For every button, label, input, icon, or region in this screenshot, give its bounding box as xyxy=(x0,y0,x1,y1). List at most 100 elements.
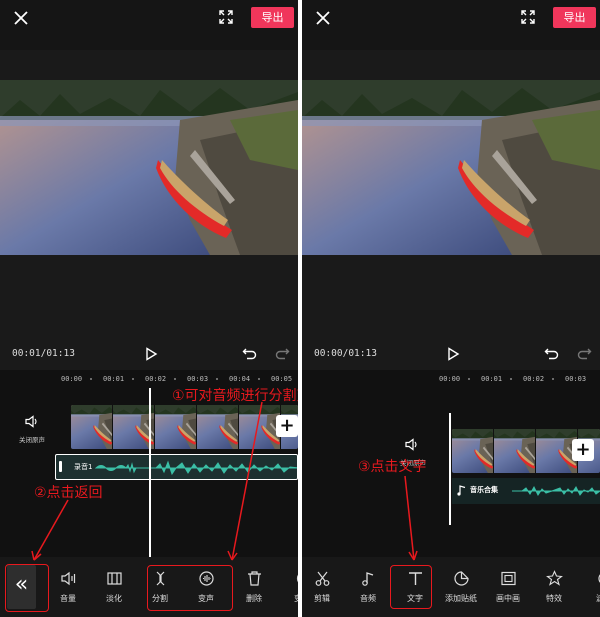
ruler-tick: 00:01 xyxy=(481,375,503,383)
undo-icon[interactable] xyxy=(544,347,559,361)
fullscreen-icon[interactable] xyxy=(218,9,234,25)
timecode: 00:01/01:13 xyxy=(12,348,75,359)
speaker-icon[interactable] xyxy=(405,438,419,451)
ruler-tick: 00:05 xyxy=(271,375,293,383)
tool-label: 淡化 xyxy=(106,594,122,603)
ruler-tick: 00:03 xyxy=(187,375,209,383)
clip-thumbnail xyxy=(113,405,154,449)
speaker-icon[interactable] xyxy=(25,415,39,428)
tool-label: 音量 xyxy=(60,594,76,603)
playhead[interactable] xyxy=(449,413,451,525)
ruler-dot xyxy=(174,378,176,380)
ruler-dot xyxy=(552,378,554,380)
tool-label: 画中画 xyxy=(496,594,520,603)
export-button[interactable]: 导出 xyxy=(553,7,596,28)
clip-thumbnail xyxy=(155,405,196,449)
tool-effects[interactable]: 特效 xyxy=(534,570,574,604)
tool-text[interactable]: 文字 xyxy=(395,570,435,604)
tool-label: 文字 xyxy=(407,594,423,603)
close-icon[interactable] xyxy=(314,9,332,27)
redo-icon[interactable] xyxy=(577,347,592,361)
ruler-dot xyxy=(468,378,470,380)
ruler-dot xyxy=(132,378,134,380)
fullscreen-icon[interactable] xyxy=(520,9,536,25)
effects-icon xyxy=(545,570,563,586)
export-button[interactable]: 导出 xyxy=(251,7,294,28)
timecode: 00:00/01:13 xyxy=(314,348,377,359)
right-editor-panel: 导出 00:00/01:13 00:00 00:01 00:02 00:03 关… xyxy=(302,0,600,617)
undo-icon[interactable] xyxy=(242,347,257,361)
video-clip-track[interactable] xyxy=(71,405,298,449)
redo-icon[interactable] xyxy=(275,347,290,361)
clip-thumbnail xyxy=(71,405,112,449)
scissors-icon xyxy=(315,571,329,586)
ruler-tick: 00:01 xyxy=(103,375,125,383)
mute-original-label[interactable]: 关闭原声 xyxy=(19,434,45,444)
tool-sticker[interactable]: 添加贴纸 xyxy=(441,570,481,604)
clip-thumbnail xyxy=(197,405,238,449)
tool-split[interactable]: 分割 xyxy=(140,570,180,604)
clip-thumbnail xyxy=(239,405,280,449)
clip-thumbnail xyxy=(452,429,493,473)
video-preview[interactable] xyxy=(302,80,600,255)
ruler-tick: 00:00 xyxy=(439,375,461,383)
annotation-back: ②点击返回 xyxy=(34,485,103,501)
playhead[interactable] xyxy=(149,388,151,557)
add-clip-button[interactable]: + xyxy=(276,415,298,437)
music-note-icon xyxy=(361,572,373,586)
tool-speed[interactable]: 变 xyxy=(278,570,298,604)
clip-thumbnail xyxy=(494,429,535,473)
tool-audio[interactable]: 音频 xyxy=(348,570,388,604)
ruler-tick: 00:02 xyxy=(145,375,167,383)
fade-icon xyxy=(106,572,122,585)
tool-label: 添加贴纸 xyxy=(445,594,477,603)
tool-label: 音频 xyxy=(360,594,376,603)
video-preview[interactable] xyxy=(0,80,298,255)
voice-change-icon xyxy=(198,571,214,586)
timeline[interactable]: 00:00 00:01 00:02 00:03 关闭原声 + 音乐合集 xyxy=(302,370,600,557)
tool-label: 滤 xyxy=(596,594,600,603)
play-icon[interactable] xyxy=(446,347,460,361)
tool-pip[interactable]: 画中画 xyxy=(488,570,528,604)
ruler-tick: 00:00 xyxy=(61,375,83,383)
ruler-tick: 00:02 xyxy=(523,375,545,383)
ruler-dot xyxy=(258,378,260,380)
annotation-audio-ops: ①可对音频进行分割变声等操作 xyxy=(172,388,298,404)
ruler-tick: 00:03 xyxy=(565,375,587,383)
tool-volume[interactable]: 音量 xyxy=(48,570,88,604)
ruler-dot xyxy=(216,378,218,380)
filter-icon xyxy=(597,573,600,584)
tool-voice-change[interactable]: 变声 xyxy=(186,570,226,604)
ruler-dot xyxy=(510,378,512,380)
left-editor-panel: 导出 00:01/01:13 00:00 00:01 00:02 00:03 0… xyxy=(0,0,298,617)
tool-label: 变声 xyxy=(198,594,214,603)
audio-track[interactable]: 音乐合集 xyxy=(452,478,600,504)
tool-label: 删除 xyxy=(246,594,262,603)
waveform xyxy=(94,460,297,476)
tool-label: 分割 xyxy=(152,594,168,603)
top-bar: 导出 xyxy=(0,0,298,50)
bottom-toolbar: « 音量 淡化 分割 变声 删除 变 xyxy=(0,557,298,617)
volume-icon xyxy=(60,571,75,586)
tool-edit[interactable]: 剪辑 xyxy=(302,570,342,604)
split-icon xyxy=(156,571,164,586)
text-icon xyxy=(408,572,422,585)
tool-filter[interactable]: 滤 xyxy=(580,570,600,604)
ruler-dot xyxy=(90,378,92,380)
delete-icon xyxy=(247,571,261,586)
picture-in-picture-icon xyxy=(500,571,516,586)
audio-track-selected[interactable]: 录音1 xyxy=(55,454,298,480)
top-bar: 导出 xyxy=(302,0,600,50)
waveform xyxy=(512,485,600,496)
bottom-toolbar: 剪辑 音频 文字 添加贴纸 画中画 特效 滤 xyxy=(302,557,600,617)
close-icon[interactable] xyxy=(12,9,30,27)
tool-delete[interactable]: 删除 xyxy=(234,570,274,604)
sticker-icon xyxy=(453,571,469,586)
tool-fade[interactable]: 淡化 xyxy=(94,570,134,604)
tool-label: 剪辑 xyxy=(314,594,330,603)
tool-label: 特效 xyxy=(546,594,562,603)
back-button[interactable]: « xyxy=(7,565,36,609)
play-icon[interactable] xyxy=(144,347,158,361)
add-clip-button[interactable]: + xyxy=(572,439,594,461)
clip-thumbnail xyxy=(536,429,577,473)
